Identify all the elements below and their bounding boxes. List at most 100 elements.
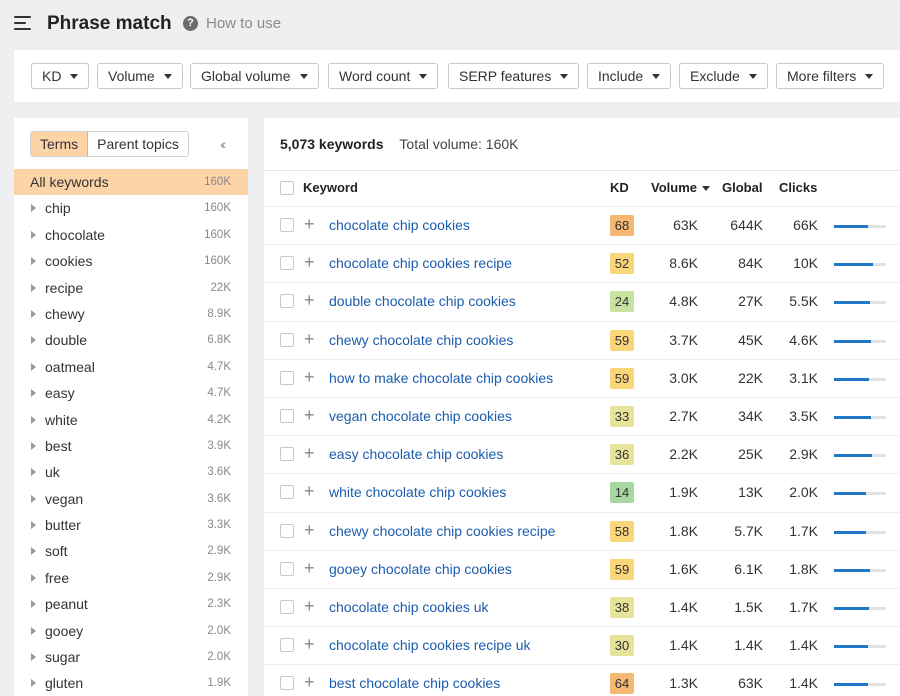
sidebar-term-item[interactable]: gooey 2.0K	[14, 618, 248, 644]
keyword-link[interactable]: best chocolate chip cookies	[329, 675, 500, 691]
expand-triangle-icon[interactable]	[31, 653, 36, 662]
keyword-link[interactable]: easy chocolate chip cookies	[329, 446, 503, 462]
row-checkbox[interactable]	[280, 447, 294, 462]
expand-triangle-icon[interactable]	[31, 600, 36, 609]
expand-triangle-icon[interactable]	[31, 494, 36, 503]
add-to-list-icon[interactable]: +	[304, 368, 315, 386]
sidebar-term-item[interactable]: chocolate 160K	[14, 222, 248, 248]
sidebar-term-item[interactable]: sugar 2.0K	[14, 644, 248, 670]
expand-triangle-icon[interactable]	[31, 547, 36, 556]
sidebar-term-item[interactable]: recipe 22K	[14, 275, 248, 301]
total-volume: Total volume: 160K	[399, 136, 519, 152]
filter-exclude-button[interactable]: Exclude	[679, 63, 768, 89]
keyword-link[interactable]: vegan chocolate chip cookies	[329, 408, 512, 424]
add-to-list-icon[interactable]: +	[304, 559, 315, 577]
menu-icon[interactable]	[14, 16, 31, 30]
expand-triangle-icon[interactable]	[31, 389, 36, 398]
add-to-list-icon[interactable]: +	[304, 291, 315, 309]
sidebar-term-item[interactable]: chip 160K	[14, 195, 248, 221]
tab-parent-topics[interactable]: Parent topics	[88, 132, 188, 156]
expand-triangle-icon[interactable]	[31, 309, 36, 318]
expand-triangle-icon[interactable]	[31, 441, 36, 450]
filter-word-count-button[interactable]: Word count	[328, 63, 439, 89]
expand-triangle-icon[interactable]	[31, 230, 36, 239]
sidebar-term-item[interactable]: free 2.9K	[14, 565, 248, 591]
row-checkbox[interactable]	[280, 600, 294, 614]
row-checkbox[interactable]	[280, 370, 294, 385]
expand-triangle-icon[interactable]	[31, 573, 36, 582]
expand-triangle-icon[interactable]	[31, 283, 36, 292]
sidebar-term-item[interactable]: cookies 160K	[14, 248, 248, 274]
add-to-list-icon[interactable]: +	[304, 635, 315, 653]
keyword-link[interactable]: how to make chocolate chip cookies	[329, 370, 553, 386]
how-to-use-link[interactable]: How to use	[206, 15, 281, 32]
keyword-link[interactable]: chocolate chip cookies recipe	[329, 255, 512, 271]
row-checkbox[interactable]	[280, 485, 294, 500]
row-checkbox[interactable]	[280, 294, 294, 309]
row-checkbox[interactable]	[280, 218, 294, 232]
expand-triangle-icon[interactable]	[31, 626, 36, 635]
select-all-checkbox[interactable]	[280, 181, 294, 195]
row-checkbox[interactable]	[280, 676, 294, 691]
sidebar-term-item[interactable]: uk 3.6K	[14, 459, 248, 485]
sidebar-term-item[interactable]: vegan 3.6K	[14, 486, 248, 512]
sidebar-term-item[interactable]: double 6.8K	[14, 327, 248, 353]
sidebar-term-item[interactable]: best 3.9K	[14, 433, 248, 459]
row-checkbox[interactable]	[280, 561, 294, 576]
add-to-list-icon[interactable]: +	[304, 673, 315, 691]
expand-triangle-icon[interactable]	[31, 204, 36, 213]
sidebar-term-item[interactable]: white 4.2K	[14, 407, 248, 433]
keyword-link[interactable]: white chocolate chip cookies	[329, 484, 506, 500]
expand-triangle-icon[interactable]	[31, 468, 36, 477]
row-checkbox[interactable]	[280, 523, 294, 538]
column-keyword[interactable]: Keyword	[303, 180, 358, 195]
add-to-list-icon[interactable]: +	[304, 253, 315, 271]
add-to-list-icon[interactable]: +	[304, 330, 315, 348]
row-checkbox[interactable]	[280, 409, 294, 423]
column-kd[interactable]: KD	[610, 180, 629, 195]
row-checkbox[interactable]	[280, 638, 294, 653]
sidebar-term-item[interactable]: soft 2.9K	[14, 538, 248, 564]
keyword-link[interactable]: chocolate chip cookies uk	[329, 599, 489, 615]
filter-include-button[interactable]: Include	[587, 63, 672, 89]
expand-triangle-icon[interactable]	[31, 679, 36, 688]
keyword-link[interactable]: chocolate chip cookies	[329, 217, 470, 233]
sidebar-term-item[interactable]: butter 3.3K	[14, 512, 248, 538]
expand-triangle-icon[interactable]	[31, 257, 36, 266]
keyword-link[interactable]: chocolate chip cookies recipe uk	[329, 637, 531, 653]
tab-terms[interactable]: Terms	[31, 132, 89, 156]
filter-label: Exclude	[690, 68, 740, 84]
help-icon[interactable]: ?	[183, 16, 198, 31]
sidebar-term-item[interactable]: chewy 8.9K	[14, 301, 248, 327]
column-global[interactable]: Global	[722, 180, 762, 195]
keyword-link[interactable]: chewy chocolate chip cookies recipe	[329, 523, 555, 539]
expand-triangle-icon[interactable]	[31, 521, 36, 530]
column-volume[interactable]: Volume	[651, 180, 710, 195]
row-checkbox[interactable]	[280, 332, 294, 347]
add-to-list-icon[interactable]: +	[304, 482, 315, 500]
sidebar-term-item[interactable]: peanut 2.3K	[14, 591, 248, 617]
collapse-icon[interactable]: ‹‹	[220, 136, 227, 152]
keyword-link[interactable]: gooey chocolate chip cookies	[329, 561, 512, 577]
add-to-list-icon[interactable]: +	[304, 444, 315, 462]
filter-kd-button[interactable]: KD	[31, 63, 90, 89]
filter-global-volume-button[interactable]: Global volume	[190, 63, 319, 89]
expand-triangle-icon[interactable]	[31, 336, 36, 345]
filter-volume-button[interactable]: Volume	[97, 63, 183, 89]
row-checkbox[interactable]	[280, 256, 294, 271]
sidebar-item-all-keywords[interactable]: All keywords 160K	[14, 169, 248, 196]
column-clicks[interactable]: Clicks	[779, 180, 817, 195]
expand-triangle-icon[interactable]	[31, 415, 36, 424]
sidebar-term-item[interactable]: oatmeal 4.7K	[14, 354, 248, 380]
keyword-link[interactable]: chewy chocolate chip cookies	[329, 332, 513, 348]
keyword-link[interactable]: double chocolate chip cookies	[329, 293, 516, 309]
add-to-list-icon[interactable]: +	[304, 215, 315, 233]
add-to-list-icon[interactable]: +	[304, 597, 315, 615]
filter-more-filters-button[interactable]: More filters	[776, 63, 885, 89]
add-to-list-icon[interactable]: +	[304, 406, 315, 424]
expand-triangle-icon[interactable]	[31, 362, 36, 371]
add-to-list-icon[interactable]: +	[304, 521, 315, 539]
filter-serp-features-button[interactable]: SERP features	[448, 63, 580, 89]
sidebar-term-item[interactable]: easy 4.7K	[14, 380, 248, 406]
sidebar-term-item[interactable]: gluten 1.9K	[14, 670, 248, 696]
